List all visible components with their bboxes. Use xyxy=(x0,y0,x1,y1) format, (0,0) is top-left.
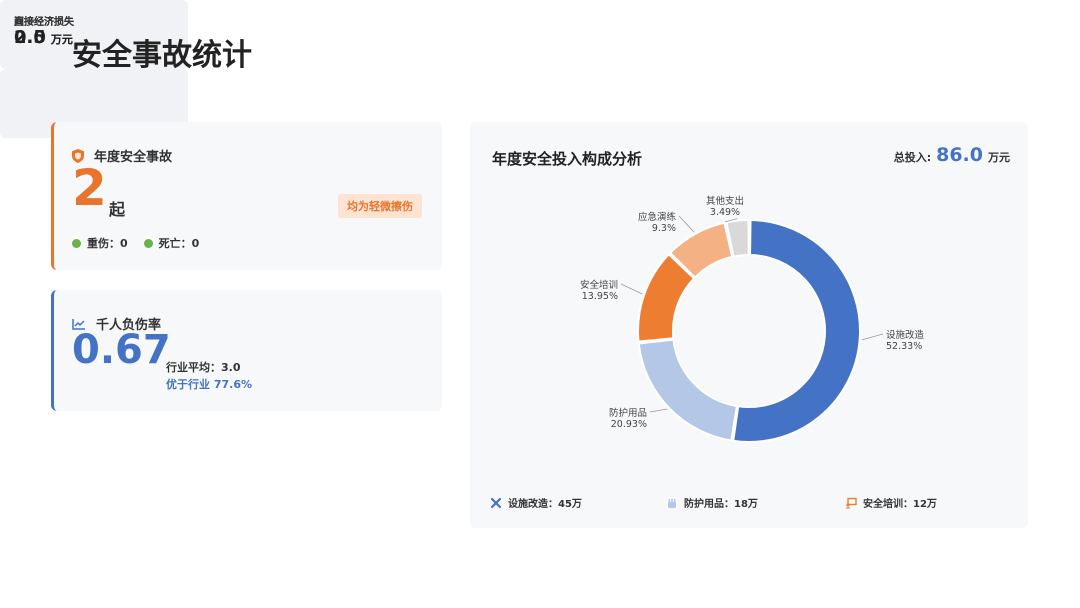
legend-label: 防护用品：18万 xyxy=(684,499,758,510)
donut-slice xyxy=(732,219,861,443)
accident-stats: 重伤：0 死亡：0 xyxy=(72,235,199,251)
total-investment: 总投入: 86.0 万元 xyxy=(894,144,1010,166)
total-label: 总投入: xyxy=(893,151,932,164)
donut-slice xyxy=(637,338,738,442)
total-unit: 万元 xyxy=(988,151,1010,164)
leader-line xyxy=(649,408,668,413)
indirect-loss-unit: 万元 xyxy=(50,33,73,46)
injury-rate-value: 0.67 xyxy=(72,327,171,373)
accident-unit: 起 xyxy=(109,200,126,219)
indirect-loss-value: 2.0 xyxy=(14,27,46,48)
slice-name-label: 防护用品 xyxy=(609,407,647,419)
tools-icon xyxy=(490,497,502,508)
status-dot-icon xyxy=(72,238,81,248)
indirect-loss-label: 间接经济损失 xyxy=(14,17,74,28)
better-than-industry: 优于行业 77.6% xyxy=(166,378,252,391)
gloves-icon xyxy=(668,498,676,508)
industry-average: 行业平均：3.0 xyxy=(166,361,241,374)
death-label: 死亡：0 xyxy=(158,237,200,250)
accident-card: 年度安全事故 2 起 均为轻微擦伤 重伤：0 死亡：0 xyxy=(51,122,442,270)
serious-injury-label: 重伤：0 xyxy=(87,237,128,250)
minor-injury-badge: 均为轻微擦伤 xyxy=(338,194,422,218)
leader-line xyxy=(861,333,884,341)
legend-label: 安全培训：12万 xyxy=(863,499,937,510)
indirect-loss-value-row: 2.0 万元 xyxy=(14,27,73,48)
total-value: 86.0 xyxy=(936,144,983,166)
legend-item-facility: 设施改造：45万 xyxy=(490,495,582,510)
chart-title: 年度安全投入构成分析 xyxy=(492,150,643,168)
leader-line xyxy=(678,215,695,233)
slice-percent-label: 9.3% xyxy=(652,223,676,234)
injury-rate-card: 千人负伤率 0.67 行业平均：3.0 优于行业 77.6% xyxy=(51,290,442,411)
death-stat: 死亡：0 xyxy=(143,235,200,251)
investment-chart-card: 设施改造 52.33% 防护用品 20.93% 安全培训 13.95% 应急演练 9.3% 其他… xyxy=(470,122,1028,528)
page-title: 安全事故统计 xyxy=(72,38,252,73)
status-dot-icon xyxy=(143,238,153,248)
serious-injury-stat: 重伤：0 xyxy=(72,235,128,251)
slice-name-label: 应急演练 xyxy=(638,211,677,223)
donut-chart: 设施改造52.33% 防护用品20.93% 安全培训13.95% 应急演练9.3% 其他… xyxy=(580,195,925,443)
slice-percent-label: 20.93% xyxy=(611,419,647,430)
accident-count: 2 xyxy=(72,159,107,217)
legend-item-protection: 防护用品：18万 xyxy=(666,495,758,510)
slice-percent-label: 3.49% xyxy=(710,207,740,218)
slice-percent-label: 52.33% xyxy=(886,341,922,352)
legend-item-training: 安全培训：12万 xyxy=(845,495,937,510)
slice-percent-label: 13.95% xyxy=(582,291,618,302)
slice-name-label: 设施改造 xyxy=(886,329,925,341)
slice-name-label: 其他支出 xyxy=(706,195,744,207)
legend-label: 设施改造：45万 xyxy=(508,499,582,510)
slice-name-label: 安全培训 xyxy=(580,279,618,291)
training-icon xyxy=(845,497,857,508)
leader-line xyxy=(620,283,643,295)
